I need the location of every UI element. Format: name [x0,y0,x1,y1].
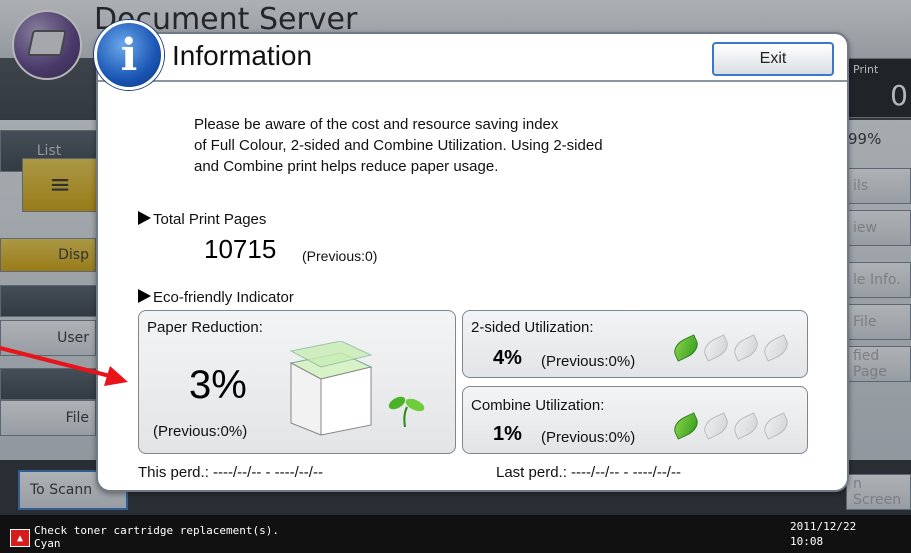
annotation-arrow-icon [0,346,128,386]
info-message: Please be aware of the cost and resource… [194,116,603,175]
paper-reduction-label: Paper Reduction: [147,319,263,336]
triangle-bullet-icon [138,211,151,225]
eco-leaf-icon [700,412,732,440]
paper-reduction-panel: Paper Reduction: 3% (Previous:0%) [138,310,456,454]
eco-heading-row: Eco-friendly Indicator [138,289,294,306]
combine-panel: Combine Utilization: 1% (Previous:0%) [462,386,808,454]
two-sided-value: 4% [493,347,522,369]
status-bar: ▲ Check toner cartridge replacement(s). … [0,515,911,553]
eco-leaf-icon [760,412,792,440]
two-sided-previous: (Previous:0%) [541,353,636,370]
total-print-value: 10715 [204,234,277,264]
eco-leaf-icon [730,334,762,362]
last-period: Last perd.: ----/--/-- - ----/--/-- [496,464,681,481]
eco-heading: Eco-friendly Indicator [153,289,294,306]
header-divider [98,80,847,82]
total-print-heading: Total Print Pages [153,211,267,228]
combine-previous: (Previous:0%) [541,429,636,446]
total-print-heading-row: Total Print Pages [138,211,266,228]
this-period: This perd.: ----/--/-- - ----/--/-- [138,464,323,481]
exit-button[interactable]: Exit [712,42,834,76]
paper-stack-icon [289,341,425,436]
combine-label: Combine Utilization: [471,397,605,414]
eco-leaf-icon [670,334,702,362]
eco-leaf-icon [760,334,792,362]
eco-leaf-icon [730,412,762,440]
eco-leaf-icon [670,412,702,440]
status-time: 10:08 [790,535,824,548]
status-date: 2011/12/22 [790,520,857,533]
toner-warning-icon: ▲ [10,529,30,547]
total-print-previous: (Previous:0) [302,248,378,264]
two-sided-panel: 2-sided Utilization: 4% (Previous:0%) [462,310,808,378]
eco-leaf-icon [700,334,732,362]
triangle-bullet-icon [138,289,151,303]
information-dialog: Information Exit Please be aware of the … [96,32,849,492]
dialog-title: Information [172,40,313,71]
paper-reduction-previous: (Previous:0%) [153,423,248,440]
status-color: Cyan [34,537,61,550]
two-sided-label: 2-sided Utilization: [471,319,594,336]
paper-reduction-value: 3% [189,363,247,407]
information-icon: i [94,20,164,90]
status-message: Check toner cartridge replacement(s). [34,524,280,537]
combine-value: 1% [493,423,522,445]
